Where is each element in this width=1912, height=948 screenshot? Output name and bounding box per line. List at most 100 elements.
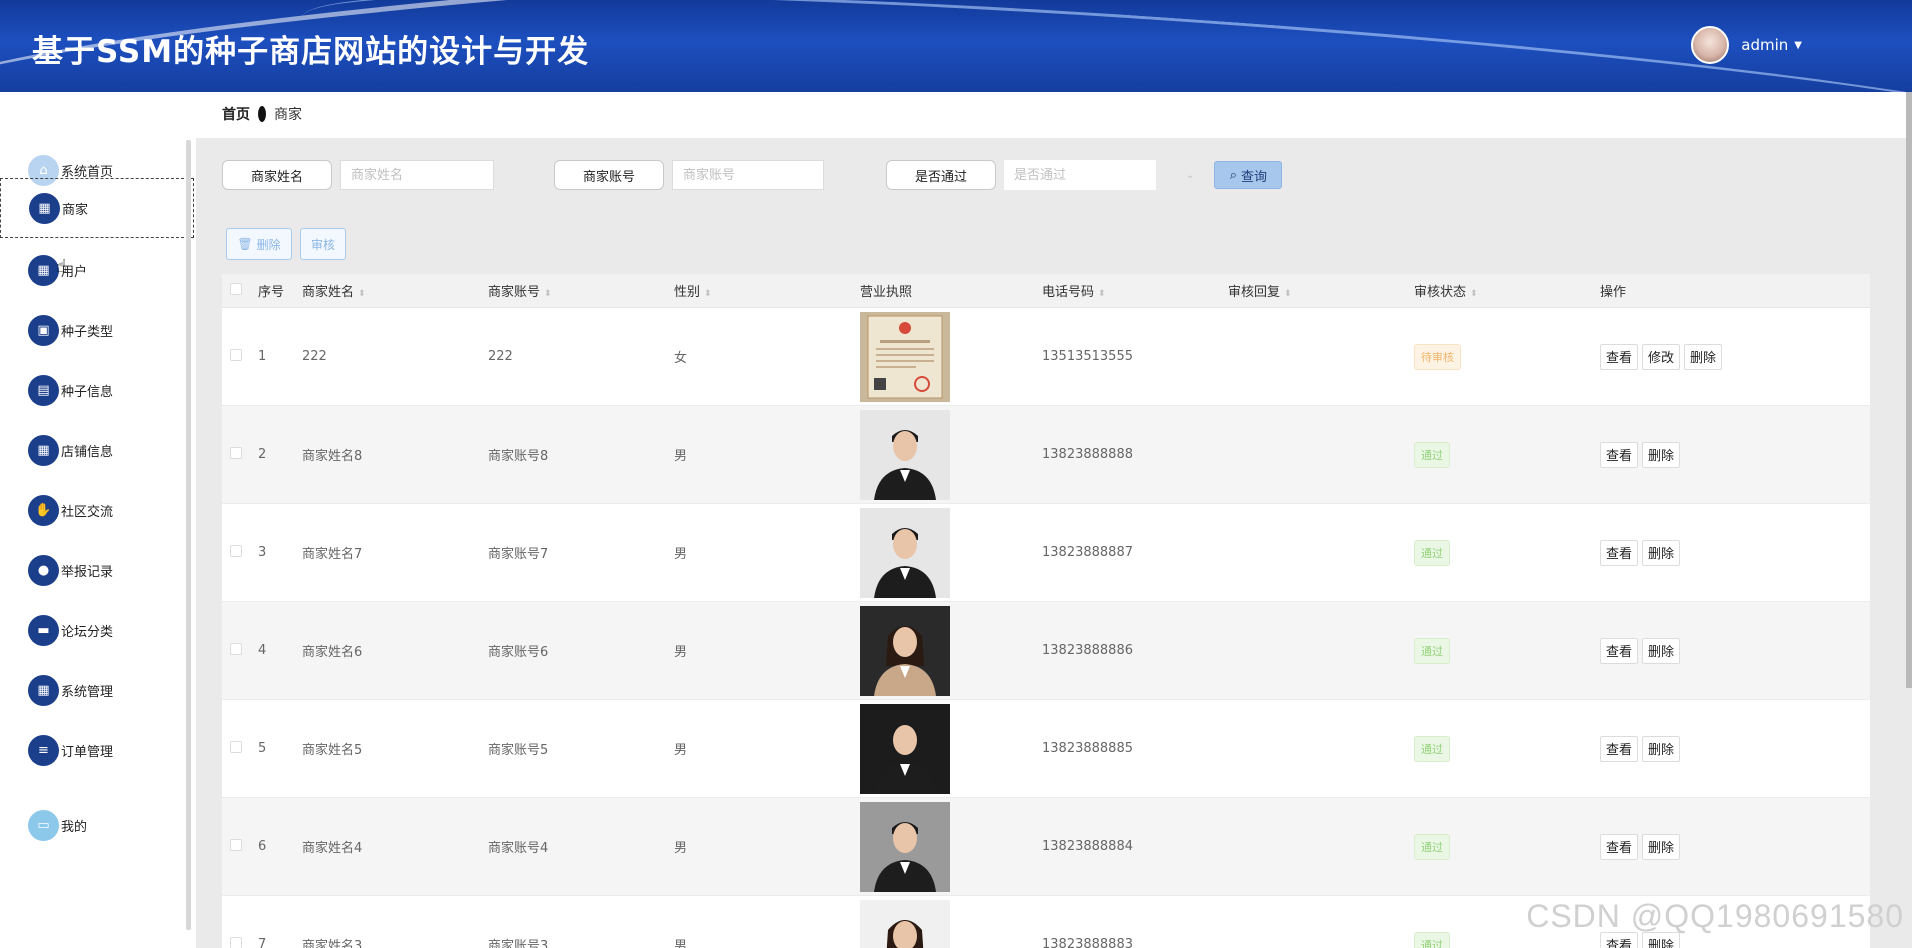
grid-icon: ▦ [28, 254, 59, 286]
header-reply[interactable]: 审核回复 ⬍ [1228, 281, 1414, 300]
row-op-button[interactable]: 查看 [1600, 343, 1639, 370]
row-op-button[interactable]: 删除 [1642, 441, 1681, 468]
name-search-input[interactable] [340, 160, 494, 190]
cell-ops: 查看 删除 [1600, 735, 1850, 762]
chevron-down-icon[interactable]: ⌄ [1186, 170, 1194, 181]
cell-ops: 查看 删除 [1600, 441, 1850, 468]
sidebar-item-9[interactable]: ▦ 系统管理 [0, 660, 194, 720]
cell-sex: 男 [674, 449, 688, 464]
row-checkbox[interactable] [230, 348, 242, 361]
search-bar: 商家姓名 商家账号 是否通过 ⌄ ⌕ 查询 [222, 160, 1283, 190]
sidebar-item-4[interactable]: ▤ 种子信息 [0, 360, 194, 420]
sidebar-item-3[interactable]: ▣ 种子类型 [0, 300, 194, 360]
sort-icon: ⬍ [358, 289, 366, 299]
sidebar-item-2[interactable]: ▦ 用户 [0, 240, 194, 300]
table-header: 序号 商家姓名 ⬍ 商家账号 ⬍ 性别 ⬍ 营业执照 电话号码 ⬍ 审核回复 ⬍ 审核状态… [222, 274, 1870, 308]
merchant-table: 序号 商家姓名 ⬍ 商家账号 ⬍ 性别 ⬍ 营业执照 电话号码 ⬍ 审核回复 ⬍ 审核状态… [222, 274, 1870, 948]
table-row: 5 商家姓名5 商家账号5 男 13823888885 通过 查看 删除 [222, 700, 1870, 798]
select-all-checkbox[interactable] [230, 282, 242, 295]
license-image[interactable] [860, 703, 1042, 794]
sidebar-item-5[interactable]: ▦ 店铺信息 [0, 420, 194, 480]
pass-select[interactable] [1004, 160, 1156, 190]
sidebar-item-6[interactable]: ✋ 社区交流 [0, 480, 194, 540]
header-status[interactable]: 审核状态 ⬍ [1414, 281, 1600, 300]
row-op-button[interactable]: 删除 [1684, 343, 1723, 370]
batch-delete-button[interactable]: 🗑 删除 [226, 228, 292, 260]
cell-ops: 查看 删除 [1600, 833, 1850, 860]
status-badge: 通过 [1414, 441, 1450, 468]
mouse-cursor-icon: ☝ [56, 256, 67, 277]
breadcrumb-home[interactable]: 首页 [222, 104, 250, 124]
account-search-input[interactable] [672, 160, 824, 190]
license-image[interactable] [860, 409, 1042, 500]
row-checkbox[interactable] [230, 642, 242, 655]
username[interactable]: admin [1741, 36, 1788, 54]
license-image[interactable] [860, 507, 1042, 598]
status-badge: 通过 [1414, 637, 1450, 664]
site-title: 基于SSM的种子商店网站的设计与开发 [32, 34, 590, 70]
cell-phone: 13823888888 [1042, 447, 1133, 462]
briefcase-icon: ▣ [28, 314, 59, 346]
cell-phone: 13823888883 [1042, 937, 1133, 948]
row-checkbox[interactable] [230, 544, 242, 557]
cell-sex: 男 [674, 645, 688, 660]
page-scrollbar[interactable] [1906, 92, 1912, 688]
row-op-button[interactable]: 删除 [1642, 637, 1681, 664]
row-op-button[interactable]: 删除 [1642, 539, 1681, 566]
sidebar-item-11[interactable]: ▭ 我的 [0, 795, 194, 855]
license-image[interactable] [860, 605, 1042, 696]
row-op-button[interactable]: 修改 [1642, 343, 1681, 370]
status-badge: 待审核 [1414, 343, 1461, 370]
header-account[interactable]: 商家账号 ⬍ [488, 281, 674, 300]
sidebar-item-7[interactable]: ● 举报记录 [0, 540, 194, 600]
audit-button[interactable]: 审核 [300, 228, 346, 260]
cell-status: 通过 [1414, 735, 1600, 762]
header-ops: 操作 [1600, 285, 1627, 300]
caret-down-icon[interactable]: ▼ [1794, 40, 1802, 51]
query-button[interactable]: ⌕ 查询 [1214, 161, 1283, 189]
cell-account: 商家账号5 [488, 743, 549, 758]
header-phone[interactable]: 电话号码 ⬍ [1042, 281, 1228, 300]
row-checkbox-cell [222, 642, 258, 659]
sidebar-item-1[interactable]: ▦ 商家 [0, 178, 194, 238]
row-checkbox[interactable] [230, 838, 242, 851]
breadcrumb-separator-icon [258, 106, 266, 122]
row-op-button[interactable]: 删除 [1642, 833, 1681, 860]
cell-phone: 13823888884 [1042, 839, 1133, 854]
main-content: 商家姓名 商家账号 是否通过 ⌄ ⌕ 查询 🗑 删除 审核 序号 商家姓名⬍ 商… [196, 138, 1912, 948]
cell-ops: 查看 修改 删除 [1600, 343, 1850, 370]
license-image[interactable] [860, 899, 1042, 948]
header-name[interactable]: 商家姓名 ⬍ [302, 281, 488, 300]
sidebar-scrollbar[interactable] [186, 140, 191, 930]
trash-icon: 🗑 [237, 237, 253, 251]
row-op-button[interactable]: 查看 [1600, 441, 1639, 468]
user-menu[interactable]: admin ▼ [1691, 26, 1802, 64]
row-op-button[interactable]: 查看 [1600, 735, 1639, 762]
search-icon: ⌕ [1229, 167, 1238, 183]
sidebar-item-8[interactable]: ▬ 论坛分类 [0, 600, 194, 660]
select-all-cell [222, 282, 258, 299]
row-op-button[interactable]: 查看 [1600, 833, 1639, 860]
sort-icon: ⬍ [544, 289, 552, 299]
header-no: 序号 [258, 285, 285, 300]
row-op-button[interactable]: 查看 [1600, 539, 1639, 566]
row-checkbox[interactable] [230, 740, 242, 753]
sidebar-item-label: 系统首页 [61, 164, 114, 180]
row-checkbox[interactable] [230, 936, 242, 948]
cell-name: 商家姓名6 [302, 645, 363, 660]
row-op-button[interactable]: 查看 [1600, 637, 1639, 664]
sidebar-item-label: 举报记录 [61, 564, 114, 580]
header-sex[interactable]: 性别 ⬍ [674, 281, 860, 300]
cell-name: 商家姓名3 [302, 939, 363, 948]
sidebar-item-10[interactable]: ≡ 订单管理 [0, 720, 194, 780]
sidebar-item-label: 种子类型 [61, 324, 114, 340]
cell-account: 商家账号6 [488, 645, 549, 660]
license-image[interactable] [860, 311, 1042, 402]
cell-phone: 13513513555 [1042, 349, 1133, 364]
row-checkbox[interactable] [230, 446, 242, 459]
license-image[interactable] [860, 801, 1042, 892]
avatar[interactable] [1691, 26, 1730, 64]
row-op-button[interactable]: 删除 [1642, 735, 1681, 762]
grid-icon: ▦ [29, 192, 60, 224]
header-license: 营业执照 [860, 285, 913, 300]
